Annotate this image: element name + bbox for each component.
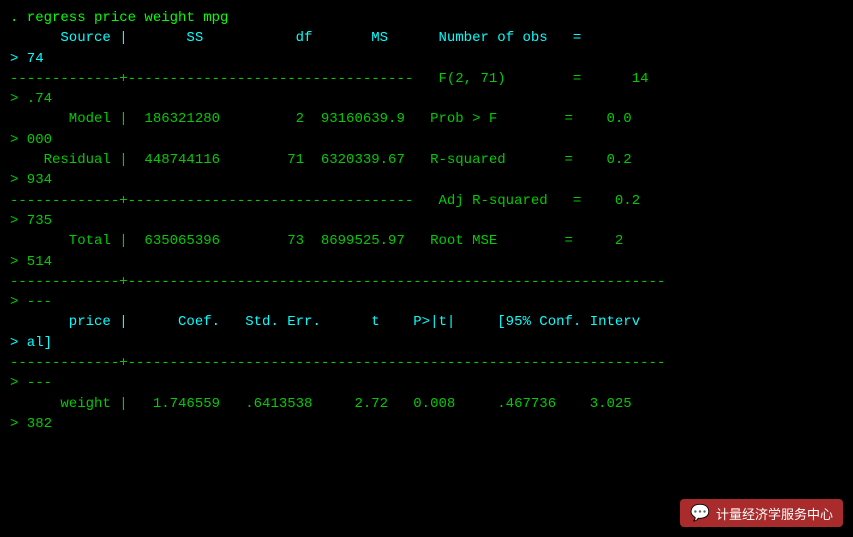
watermark: 💬 计量经济学服务中心 xyxy=(680,499,843,527)
terminal-line-sep1: -------------+--------------------------… xyxy=(10,69,843,89)
watermark-icon: 💬 xyxy=(690,503,710,523)
terminal-line-total: Total | 635065396 73 8699525.97 Root MSE… xyxy=(10,231,843,251)
terminal-line-header1: Source | SS df MS Number of obs = xyxy=(10,28,843,48)
terminal-line-sep4b: > --- xyxy=(10,373,843,393)
terminal-line-colhdrb: > al] xyxy=(10,333,843,353)
terminal-line-header1b: > 74 xyxy=(10,49,843,69)
terminal-line-sep2b: > 735 xyxy=(10,211,843,231)
terminal-line-weightb: > 382 xyxy=(10,414,843,434)
terminal-line-resid: Residual | 448744116 71 6320339.67 R-squ… xyxy=(10,150,843,170)
terminal-line-modelb: > 000 xyxy=(10,130,843,150)
terminal-line-cmd: . regress price weight mpg xyxy=(10,8,843,28)
terminal: . regress price weight mpg Source | SS d… xyxy=(0,0,853,537)
terminal-line-residb: > 934 xyxy=(10,170,843,190)
terminal-line-sep3b: > --- xyxy=(10,292,843,312)
terminal-line-sep1b: > .74 xyxy=(10,89,843,109)
terminal-line-colhdr: price | Coef. Std. Err. t P>|t| [95% Con… xyxy=(10,312,843,332)
terminal-line-model: Model | 186321280 2 93160639.9 Prob > F … xyxy=(10,109,843,129)
watermark-text: 计量经济学服务中心 xyxy=(716,504,833,523)
terminal-line-weight: weight | 1.746559 .6413538 2.72 0.008 .4… xyxy=(10,394,843,414)
terminal-line-totalb: > 514 xyxy=(10,252,843,272)
terminal-line-sep4: -------------+--------------------------… xyxy=(10,353,843,373)
terminal-line-sep3: -------------+--------------------------… xyxy=(10,272,843,292)
terminal-line-sep2: -------------+--------------------------… xyxy=(10,191,843,211)
